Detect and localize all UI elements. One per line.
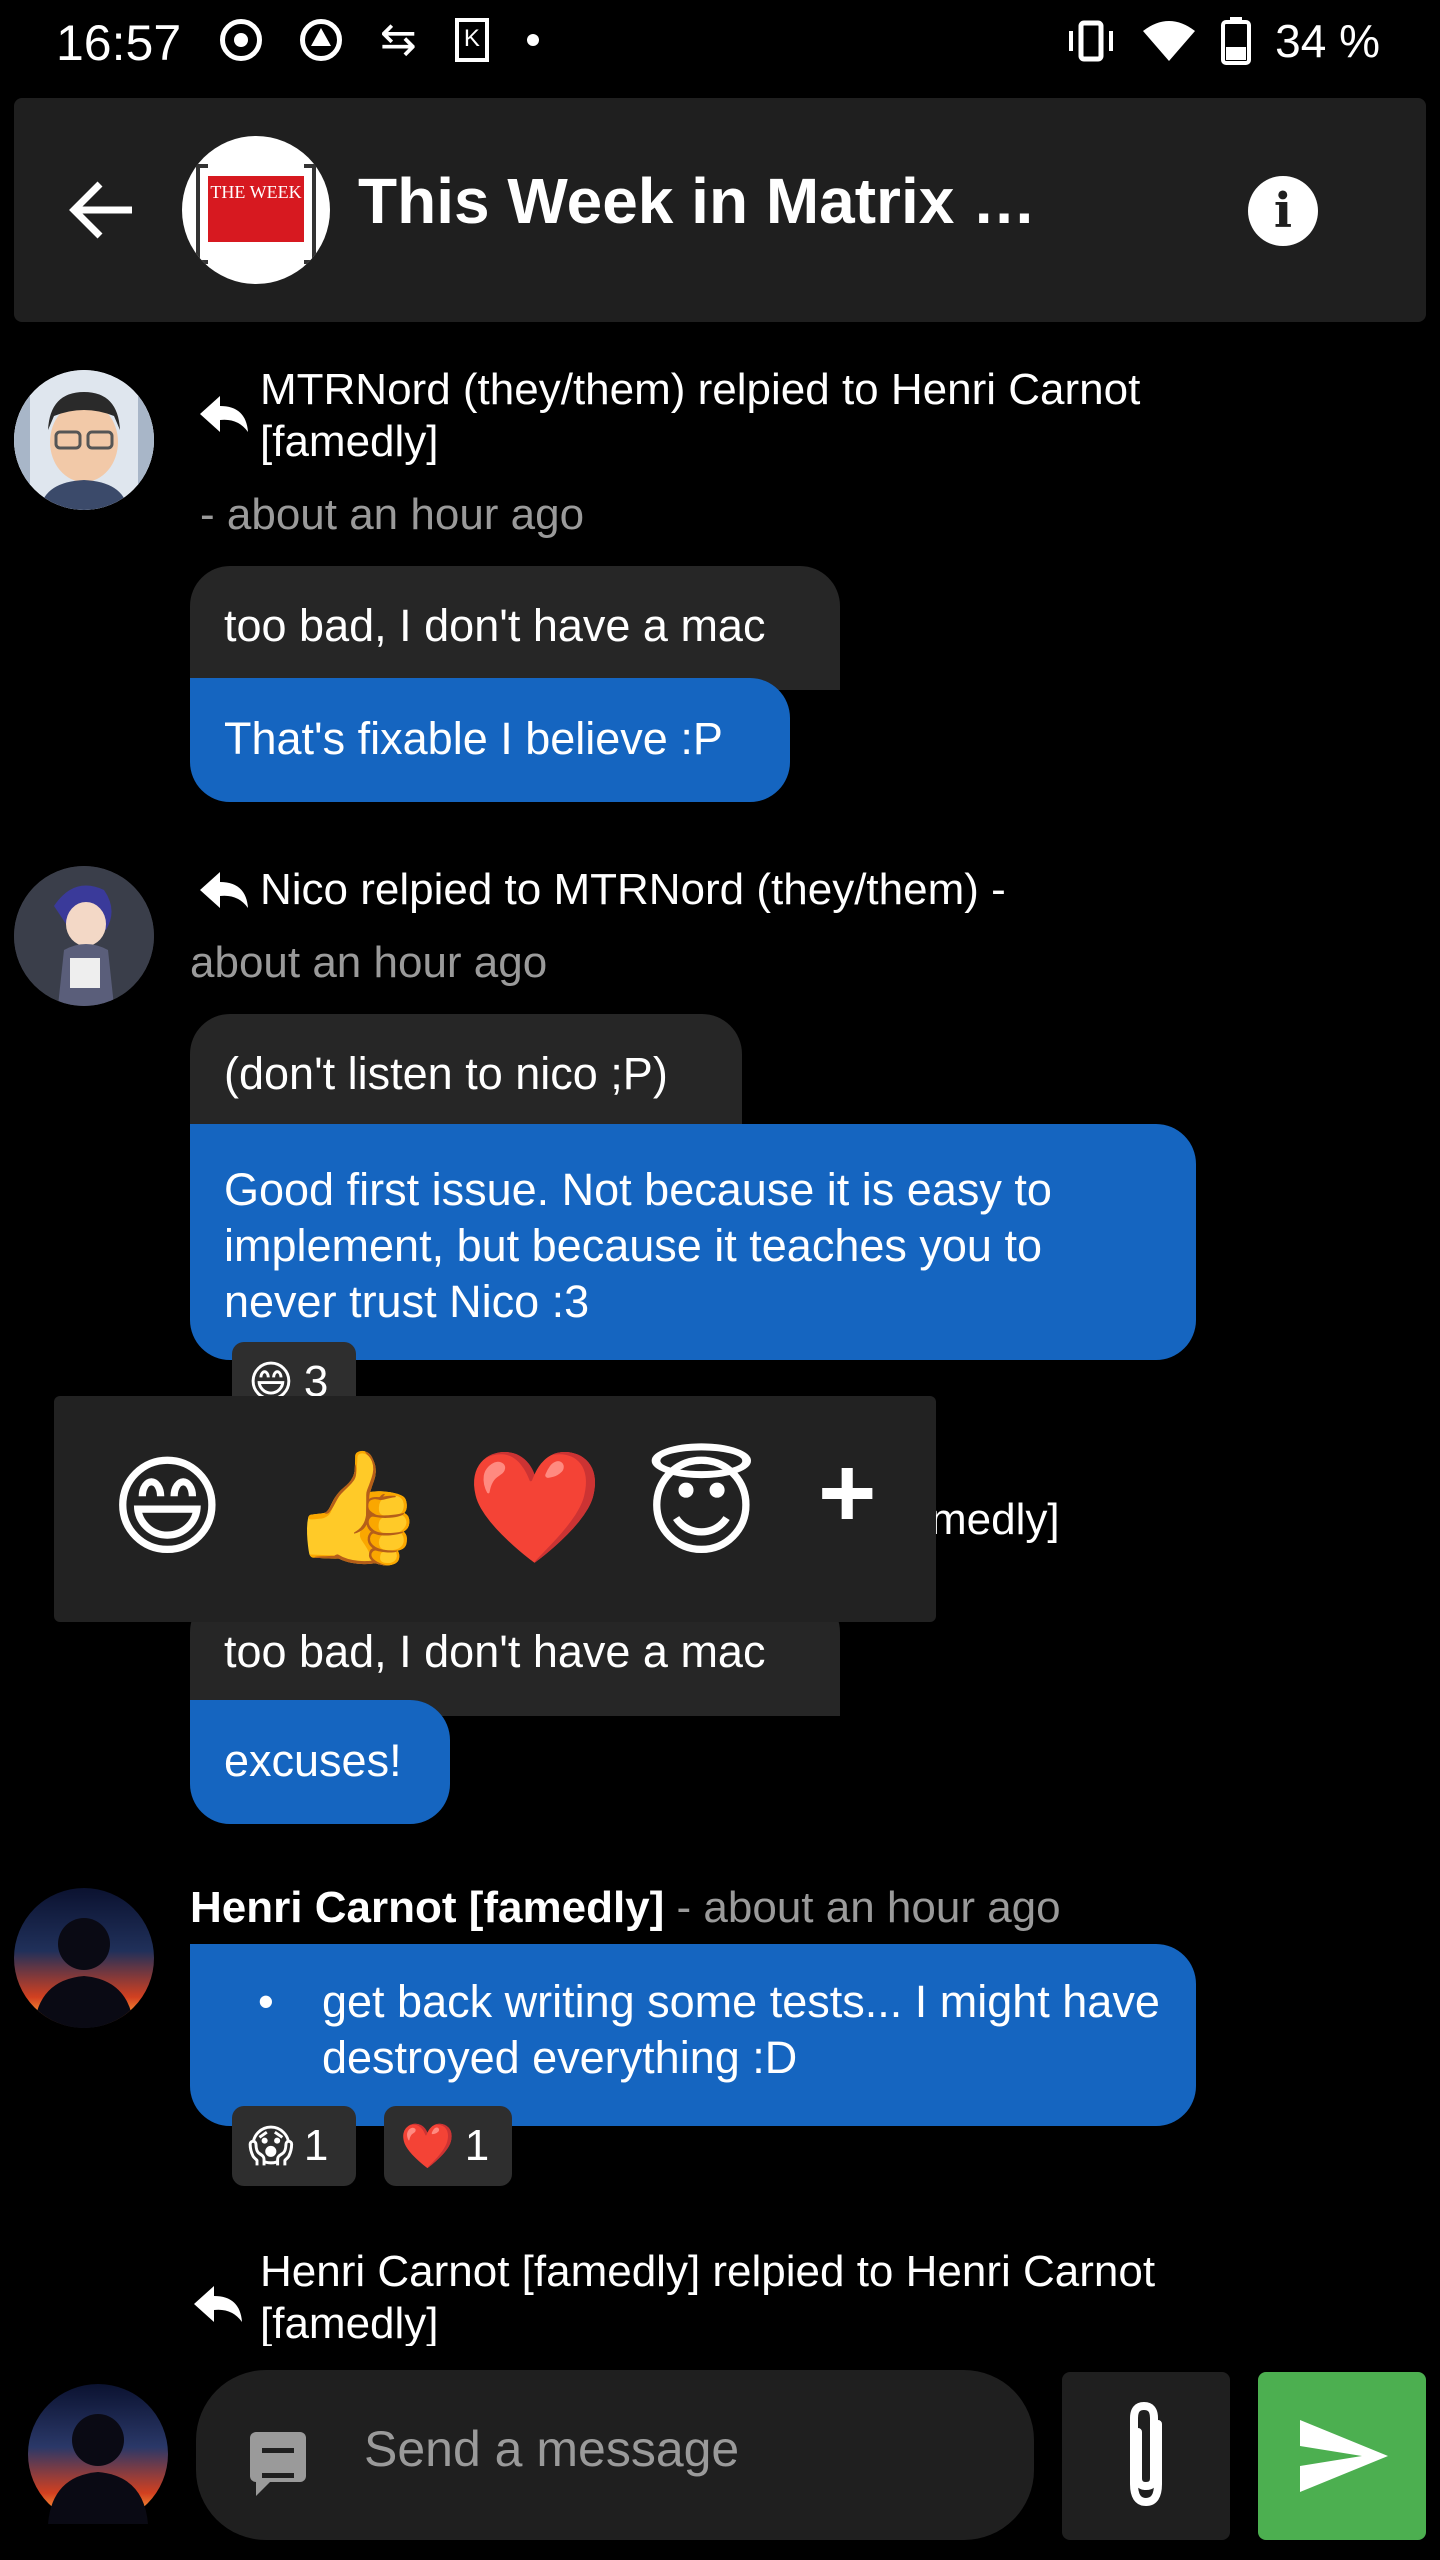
more-notifications-icon: [526, 33, 539, 46]
mtrnord-avatar-art: [14, 370, 154, 510]
back-arrow-icon[interactable]: [62, 170, 142, 250]
reaction-picker: 😄 👍 ❤️ 😇 +: [54, 1396, 936, 1622]
reply-text: Henri Carnot [famedly] relpied to Henri …: [260, 2247, 1156, 2346]
room-title[interactable]: This Week in Matrix …: [358, 164, 1036, 238]
message-placeholder: Send a message: [364, 2421, 740, 2477]
k-app-icon: K: [454, 17, 489, 62]
room-header: THE WEEK This Week in Matrix … i: [14, 98, 1426, 322]
avatar-henri-carnot[interactable]: [14, 1888, 154, 2028]
message-icon-lines: [262, 2448, 294, 2478]
nico-avatar-art: [14, 866, 154, 1006]
attach-button[interactable]: [1062, 2372, 1230, 2540]
reply-text: Nico relpied to MTRNord (they/them) -: [260, 865, 1006, 914]
message-time: - about an hour ago: [200, 490, 585, 539]
avatar-mtrnord[interactable]: [14, 370, 154, 510]
send-button[interactable]: [1258, 2372, 1426, 2540]
reaction-emoji: 😱: [248, 2121, 294, 2171]
composer-avatar[interactable]: [28, 2384, 168, 2524]
message-input[interactable]: Send a message: [196, 2370, 1034, 2540]
message-bubble[interactable]: Good first issue. Not because it is easy…: [190, 1124, 1196, 1360]
picker-emoji-halo[interactable]: 😇: [644, 1448, 759, 1568]
henri-avatar-art: [34, 1918, 134, 2028]
reply-header-5: Henri Carnot [famedly] relpied to Henri …: [190, 2246, 1390, 2346]
vibrate-icon: [1069, 20, 1114, 62]
reply-text: MTRNord (they/them) relpied to Henri Car…: [260, 365, 1141, 466]
reply-icon: [200, 872, 248, 908]
bullet-icon: •: [258, 1976, 274, 2027]
room-avatar-logo: THE WEEK: [208, 176, 304, 242]
send-icon: [1300, 2420, 1388, 2492]
room-avatar[interactable]: THE WEEK: [182, 136, 330, 284]
bracket-right-icon: [304, 164, 316, 264]
message-time: about an hour ago: [190, 938, 548, 987]
record-icon: [220, 18, 262, 61]
message-time: - about an hour ago: [676, 1883, 1061, 1932]
wifi-icon: [1143, 21, 1196, 61]
navigation-icon: [300, 18, 342, 61]
reaction-count: 1: [464, 2121, 490, 2170]
paperclip-icon: [1130, 2401, 1162, 2507]
reply-header-3-partial: medly]: [930, 1495, 1060, 1544]
battery-percent: 34 %: [1275, 15, 1380, 67]
picker-emoji-heart[interactable]: ❤️: [466, 1448, 603, 1568]
own-avatar-art: [48, 2414, 148, 2524]
message-text: get back writing some tests... I might h…: [322, 1976, 1160, 2083]
message-bubble[interactable]: • get back writing some tests... I might…: [190, 1944, 1196, 2126]
picker-emoji-grinning[interactable]: 😄: [110, 1448, 225, 1568]
message-sender-line: Henri Carnot [famedly] - about an hour a…: [190, 1880, 1061, 1936]
avatar-nico[interactable]: [14, 866, 154, 1006]
more-reactions-button[interactable]: +: [818, 1436, 876, 1551]
reaction-chip[interactable]: 😱 1: [232, 2106, 356, 2186]
message-bubble[interactable]: excuses!: [190, 1700, 450, 1824]
reaction-count: 1: [303, 2121, 329, 2170]
reaction-emoji: ❤️: [400, 2122, 455, 2171]
sender-name[interactable]: Henri Carnot [famedly]: [190, 1883, 664, 1932]
status-system-icons: 34 %: [1065, 14, 1380, 68]
status-notification-icons: ⇆ K: [220, 14, 539, 65]
info-icon[interactable]: i: [1248, 176, 1318, 246]
quoted-message[interactable]: (don't listen to nico ;P): [190, 1014, 742, 1138]
sync-arrows-icon: ⇆: [380, 15, 417, 64]
status-bar: 16:57 ⇆ K 34 %: [0, 0, 1440, 90]
picker-emoji-thumbs-up[interactable]: 👍: [288, 1448, 425, 1568]
reaction-chip[interactable]: ❤️ 1: [384, 2106, 512, 2186]
quoted-message[interactable]: too bad, I don't have a mac: [190, 566, 840, 690]
message-bubble[interactable]: That's fixable I believe :P: [190, 678, 790, 802]
bracket-left-icon: [196, 164, 208, 264]
reply-icon: [200, 396, 248, 432]
battery-icon: [1221, 17, 1252, 65]
status-time: 16:57: [56, 15, 182, 71]
reply-icon: [194, 2286, 242, 2322]
